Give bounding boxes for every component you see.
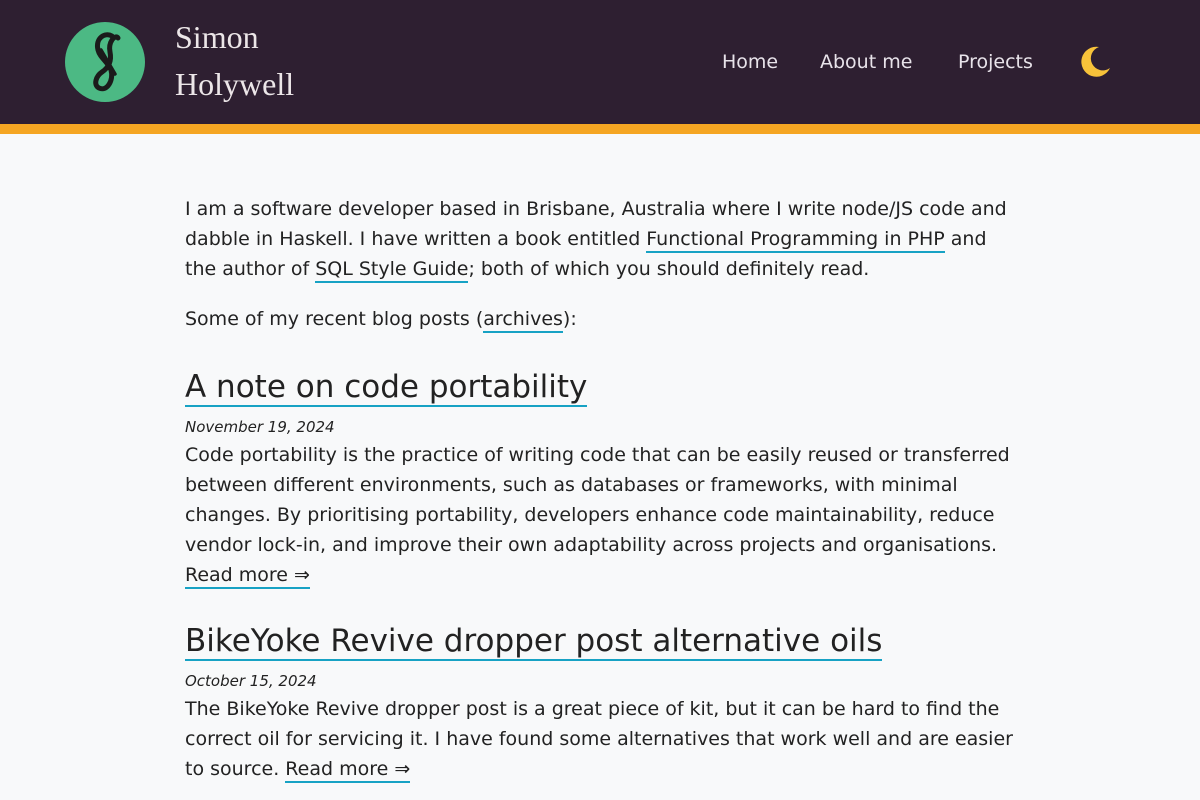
post-title-link[interactable]: BikeYoke Revive dropper post alternative… — [185, 623, 883, 661]
post-title: BikeYoke Revive dropper post alternative… — [185, 620, 1015, 662]
read-more-link[interactable]: Read more ⇒ — [285, 758, 411, 783]
recent-text-1: Some of my recent blog posts ( — [185, 308, 484, 330]
post-date: November 19, 2024 — [185, 418, 335, 436]
post-excerpt-text: Code portability is the practice of writ… — [185, 444, 1010, 556]
archives-link[interactable]: archives — [483, 308, 563, 333]
recent-posts-intro: Some of my recent blog posts (archives): — [185, 304, 1015, 334]
book-link[interactable]: Functional Programming in PHP — [646, 228, 945, 253]
main-content: I am a software developer based in Brisb… — [185, 194, 1015, 784]
intro-text-3: ; both of which you should definitely re… — [468, 258, 870, 280]
sql-style-guide-link[interactable]: SQL Style Guide — [315, 258, 469, 283]
post-title-link[interactable]: A note on code portability — [185, 369, 588, 407]
main-nav: Home About me Projects — [0, 48, 1200, 78]
post-excerpt: The BikeYoke Revive dropper post is a gr… — [185, 694, 1015, 784]
site-header: Simon Holywell Home About me Projects — [0, 0, 1200, 134]
post-title: A note on code portability — [185, 366, 1015, 408]
nav-about-link[interactable]: About me — [820, 48, 912, 76]
intro-paragraph: I am a software developer based in Brisb… — [185, 194, 1015, 284]
read-more-link[interactable]: Read more ⇒ — [185, 564, 310, 589]
theme-toggle-button[interactable] — [1077, 44, 1113, 80]
post-item: BikeYoke Revive dropper post alternative… — [185, 620, 1015, 784]
post-excerpt: Code portability is the practice of writ… — [185, 440, 1015, 590]
post-item: A note on code portability November 19, … — [185, 366, 1015, 590]
nav-home-link[interactable]: Home — [722, 48, 778, 76]
post-date: October 15, 2024 — [185, 672, 317, 690]
moon-icon — [1081, 46, 1110, 77]
nav-projects-link[interactable]: Projects — [958, 48, 1033, 76]
recent-text-2: ): — [562, 308, 577, 330]
